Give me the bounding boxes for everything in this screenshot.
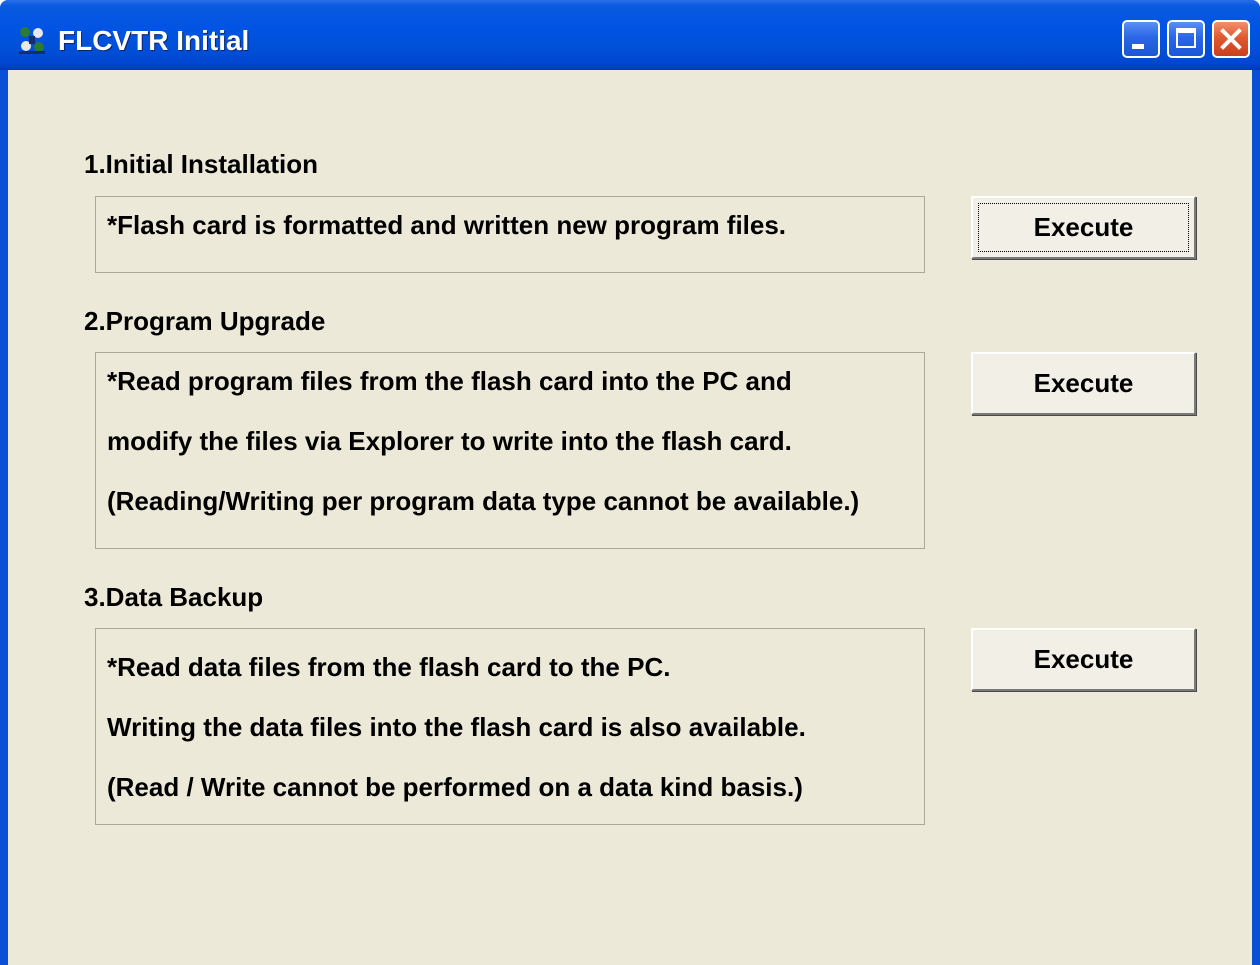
app-icon (19, 27, 45, 54)
dialog-client-area: 1.Initial Installation *Flash card is fo… (8, 70, 1252, 965)
execute-program-upgrade-button[interactable]: Execute (971, 352, 1196, 415)
description-line: *Read data files from the flash card to … (107, 652, 671, 682)
section-heading-program-upgrade: 2.Program Upgrade (84, 306, 326, 336)
close-button[interactable] (1212, 20, 1250, 58)
button-label: Execute (1033, 643, 1134, 674)
window-title: FLCVTR Initial (58, 25, 250, 56)
section-heading-data-backup: 3.Data Backup (84, 582, 264, 612)
maximize-icon (1176, 28, 1196, 48)
minimize-button[interactable] (1122, 20, 1160, 58)
description-line: (Reading/Writing per program data type c… (107, 486, 860, 516)
description-line: Writing the data files into the flash ca… (107, 712, 806, 742)
description-box-data-backup: *Read data files from the flash card to … (95, 628, 925, 825)
execute-data-backup-button[interactable]: Execute (971, 628, 1196, 691)
button-label: Execute (1033, 367, 1134, 398)
title-bar[interactable]: FLCVTR Initial (0, 0, 1260, 70)
section-heading-initial-installation: 1.Initial Installation (84, 149, 319, 179)
description-box-initial-installation: *Flash card is formatted and written new… (95, 196, 925, 273)
close-icon (1220, 28, 1242, 50)
description-line: *Flash card is formatted and written new… (107, 210, 787, 240)
dialog-window: FLCVTR Initial 1.Initial Installation *F… (0, 0, 1260, 965)
minimize-icon (1132, 44, 1144, 49)
execute-initial-installation-button[interactable]: Execute (971, 196, 1196, 259)
description-line: (Read / Write cannot be performed on a d… (107, 772, 803, 802)
button-label: Execute (1033, 211, 1134, 242)
description-line: modify the files via Explorer to write i… (107, 426, 792, 456)
maximize-button[interactable] (1167, 20, 1205, 58)
description-box-program-upgrade: *Read program files from the flash card … (95, 352, 925, 549)
description-line: *Read program files from the flash card … (107, 366, 792, 396)
